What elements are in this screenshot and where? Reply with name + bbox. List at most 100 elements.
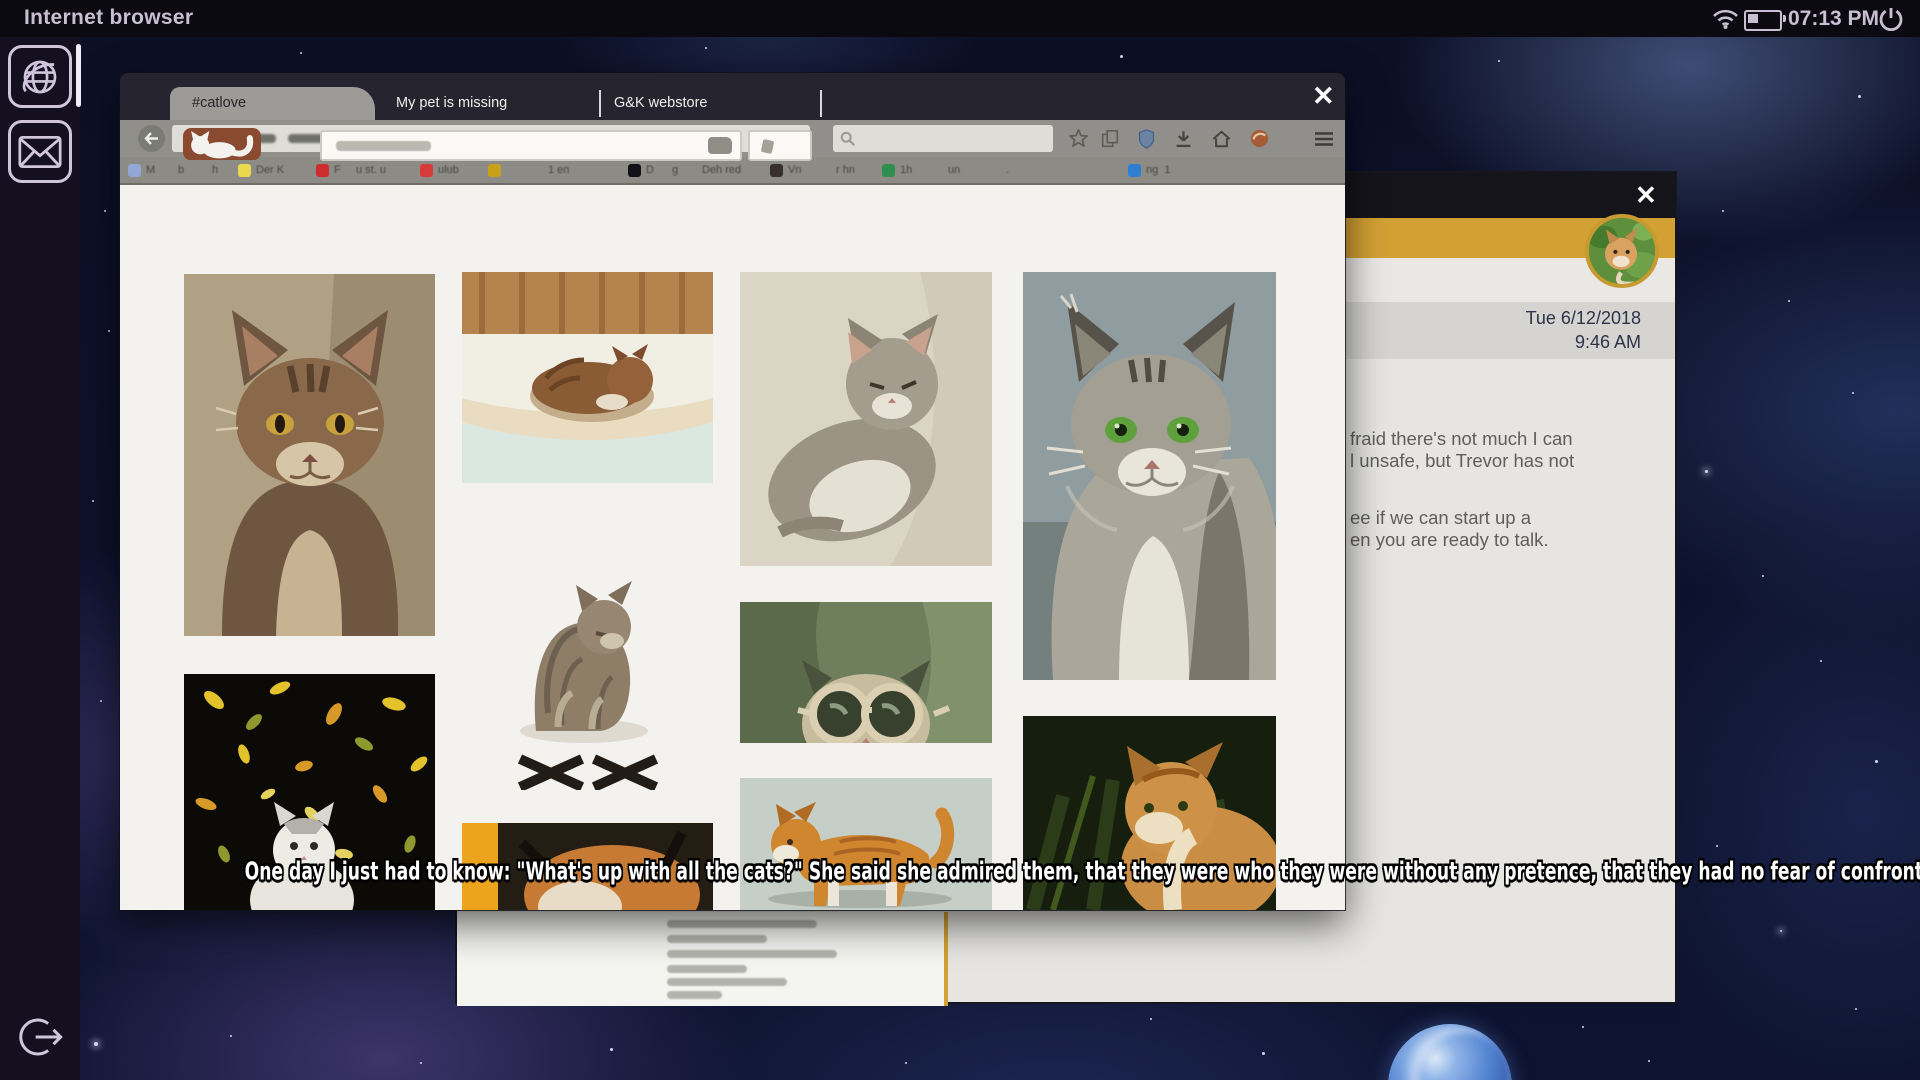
tab-bar: #catlove My pet is missing G&K webstore …: [120, 73, 1345, 120]
bookmark-label: F: [334, 164, 341, 176]
bookmark-label: D: [646, 164, 654, 176]
email-body-line: en you are ready to talk.: [1350, 529, 1548, 551]
tab-label: #catlove: [192, 95, 246, 111]
bookmark-item[interactable]: D: [628, 161, 654, 179]
app-sidebar: [0, 37, 80, 1080]
bookmarks-bar: M b h Der K F u st. u ulub: [120, 157, 1345, 185]
bookmark-item[interactable]: Der K: [238, 161, 284, 179]
home-button[interactable]: [1210, 127, 1233, 150]
back-button[interactable]: [138, 125, 165, 152]
back-arrow-icon: [144, 132, 159, 145]
browser-close-button[interactable]: ✕: [1312, 81, 1335, 111]
bookmark-favicon: [316, 164, 329, 177]
bookmark-item[interactable]: ng 1: [1128, 161, 1170, 179]
email-date: Tue 6/12/2018: [1526, 306, 1641, 330]
bookmark-item[interactable]: .: [1006, 161, 1009, 179]
shield-icon: [1137, 128, 1156, 149]
battery-icon: [1744, 10, 1782, 31]
bookmark-item[interactable]: g: [672, 161, 678, 179]
cat-image-goggles[interactable]: [740, 602, 992, 743]
menu-icon: [1314, 131, 1334, 147]
home-icon: [1211, 129, 1232, 149]
copy-page-button[interactable]: [1098, 127, 1121, 150]
globe-icon: [17, 54, 63, 100]
bookmark-label: h: [212, 164, 218, 176]
cat-image-orange-grass[interactable]: [1023, 716, 1276, 910]
bookmark-label: g: [672, 164, 678, 176]
site-logo[interactable]: [183, 128, 261, 161]
cat-image-grey-kitten[interactable]: [740, 272, 992, 566]
avatar-cat-image: [1589, 218, 1655, 284]
bookmark-item[interactable]: F: [316, 161, 341, 179]
cat-silhouette-logo-icon: [183, 128, 261, 160]
email-body-line: l unsafe, but Trevor has not: [1350, 450, 1574, 472]
bookmark-favicon: [882, 164, 895, 177]
email-panel-divider: [944, 912, 948, 1006]
copy-icon: [1100, 129, 1120, 149]
email-body-line: ee if we can start up a: [1350, 507, 1531, 529]
sender-avatar: [1585, 214, 1659, 288]
cat-image-tabby-portrait[interactable]: [184, 274, 435, 636]
cat-image-autumn-leaves[interactable]: [184, 674, 435, 910]
bookmark-favicon: [770, 164, 783, 177]
bookmark-favicon: [420, 164, 433, 177]
system-top-bar: Internet browser 07:13 PM: [0, 0, 1920, 37]
bookmark-label: Vn: [788, 164, 801, 176]
bookmark-favicon: [488, 164, 501, 177]
cat-image-on-bed[interactable]: [462, 272, 713, 483]
cat-image-walking-orange[interactable]: [740, 778, 992, 910]
menu-button[interactable]: [1312, 127, 1335, 150]
bookmark-label: ng 1: [1146, 164, 1170, 176]
cat-image-longhair[interactable]: [1023, 272, 1276, 680]
bookmark-item[interactable]: h: [212, 161, 218, 179]
email-time: 9:46 AM: [1526, 330, 1641, 354]
bookmark-item[interactable]: u st. u: [356, 161, 386, 179]
site-search-placeholder-scribble: [336, 141, 431, 151]
bookmark-label: Der K: [256, 164, 284, 176]
bookmark-label: 1 en: [548, 164, 569, 176]
bookmark-label: 1h: [900, 164, 912, 176]
cat-image-orange-closeup[interactable]: [462, 823, 713, 910]
sidebar-item-mail[interactable]: [8, 120, 72, 183]
logout-icon: [16, 1012, 66, 1062]
toolbar-search-input[interactable]: [833, 125, 1053, 152]
bookmark-item[interactable]: b: [178, 161, 184, 179]
bookmark-star-button[interactable]: [1067, 127, 1090, 150]
bookmark-item[interactable]: 1h: [882, 161, 912, 179]
logout-button[interactable]: [12, 1008, 70, 1066]
bookmark-item[interactable]: Vn: [770, 161, 801, 179]
email-list-panel[interactable]: [457, 912, 944, 1006]
bookmark-item[interactable]: r hn: [836, 161, 855, 179]
sidebar-item-browser[interactable]: [8, 45, 72, 108]
bookmark-item[interactable]: un: [948, 161, 960, 179]
bookmark-label: M: [146, 164, 155, 176]
bookmark-favicon: [128, 164, 141, 177]
clock: 07:13 PM: [1788, 7, 1879, 31]
bookmark-label: un: [948, 164, 960, 176]
browser-window: #catlove My pet is missing G&K webstore …: [120, 73, 1345, 910]
bookmark-label: b: [178, 164, 184, 176]
bookmark-item[interactable]: 1 en: [548, 161, 569, 179]
tab-gk-webstore[interactable]: G&K webstore: [614, 95, 708, 111]
cat-image-sitting-tabby[interactable]: [462, 563, 713, 790]
bookmark-label: ulub: [438, 164, 459, 176]
bookmark-favicon: [238, 164, 251, 177]
bookmark-item[interactable]: [488, 161, 501, 179]
bookmark-item[interactable]: Deh red: [702, 161, 741, 179]
email-close-button[interactable]: ✕: [1635, 181, 1657, 209]
brand-icon: [1249, 128, 1270, 149]
site-upload-button[interactable]: [748, 130, 812, 161]
active-app-indicator: [76, 44, 81, 107]
security-shield-button[interactable]: [1135, 127, 1158, 150]
bookmark-favicon: [1128, 164, 1141, 177]
tab-my-pet-is-missing[interactable]: My pet is missing: [396, 95, 507, 111]
site-search-submit-button[interactable]: [708, 137, 732, 154]
tab-catlove[interactable]: #catlove: [170, 87, 375, 120]
site-search-input[interactable]: [320, 130, 742, 161]
brand-button[interactable]: [1248, 127, 1271, 150]
downloads-button[interactable]: [1172, 127, 1195, 150]
power-icon[interactable]: [1878, 6, 1904, 32]
planet: [1388, 1024, 1512, 1080]
bookmark-item[interactable]: ulub: [420, 161, 459, 179]
bookmark-item[interactable]: M: [128, 161, 155, 179]
